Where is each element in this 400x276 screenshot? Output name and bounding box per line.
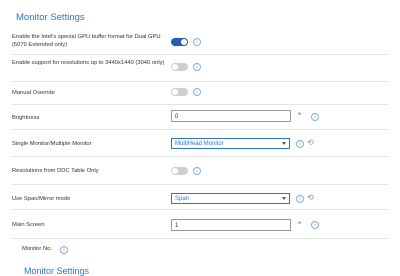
- manual-override-toggle[interactable]: [171, 88, 188, 96]
- info-icon[interactable]: i: [193, 63, 201, 71]
- section-title: Monitor Settings: [16, 12, 85, 23]
- row-span-mirror: Use Span/Mirror mode Span i ⟲: [12, 185, 388, 210]
- row-high-resolution: Enable support for resolutions up to 344…: [12, 55, 388, 82]
- row-single-multiple-monitor: Single Monitor/Multiple Monitor MultiHea…: [12, 130, 388, 157]
- reset-icon[interactable]: ⟲: [307, 194, 314, 202]
- main-screen-label: Main Screen: [12, 222, 45, 228]
- info-icon[interactable]: i: [193, 38, 201, 46]
- row-intel-gpu-buffer: Enable the Intel's special GPU buffer fo…: [12, 32, 388, 55]
- toggle-knob: [172, 64, 178, 70]
- span-mirror-select[interactable]: Span: [171, 193, 290, 204]
- info-icon[interactable]: i: [193, 167, 201, 175]
- chevron-down-icon: [282, 197, 286, 200]
- row-manual-override: Manual Override i: [12, 82, 388, 105]
- single-multiple-monitor-label: Single Monitor/Multiple Monitor: [12, 141, 92, 147]
- row-ddc-table: Resolutions from DDC Table Only i: [12, 157, 388, 185]
- info-icon[interactable]: i: [296, 140, 304, 148]
- brightness-input[interactable]: 0: [171, 110, 291, 122]
- high-resolution-label: Enable support for resolutions up to 344…: [12, 60, 165, 66]
- manual-override-label: Manual Override: [12, 90, 55, 96]
- reset-icon[interactable]: ⟲: [307, 139, 314, 147]
- required-icon: *: [298, 111, 302, 120]
- span-mirror-label: Use Span/Mirror mode: [12, 196, 71, 202]
- toggle-knob: [181, 39, 187, 45]
- info-icon[interactable]: i: [193, 88, 201, 96]
- monitor-mode-select[interactable]: MultiHead Monitor: [171, 138, 290, 149]
- info-icon[interactable]: i: [311, 113, 319, 121]
- info-icon[interactable]: i: [296, 195, 304, 203]
- main-screen-input[interactable]: 1: [171, 219, 291, 231]
- required-icon: *: [298, 220, 302, 229]
- high-resolution-toggle[interactable]: [171, 63, 188, 71]
- ddc-table-label: Resolutions from DDC Table Only: [12, 168, 99, 174]
- intel-gpu-buffer-label: Enable the Intel's special GPU buffer fo…: [12, 34, 161, 48]
- intel-gpu-buffer-toggle[interactable]: [171, 38, 188, 46]
- monitor-no-label: Monitor No.: [22, 246, 52, 252]
- ddc-table-toggle[interactable]: [171, 167, 188, 175]
- info-icon[interactable]: i: [311, 221, 319, 229]
- info-icon[interactable]: i: [60, 246, 68, 254]
- toggle-knob: [172, 168, 178, 174]
- row-brightness: Brightness 0 * i: [12, 105, 388, 130]
- next-section-title: Monitor Settings: [24, 266, 90, 276]
- row-main-screen: Main Screen 1 * i: [12, 210, 388, 239]
- toggle-knob: [172, 89, 178, 95]
- monitor-mode-value: MultiHead Monitor: [175, 141, 224, 147]
- span-mirror-value: Span: [175, 196, 190, 202]
- chevron-down-icon: [282, 142, 286, 145]
- brightness-label: Brightness: [12, 115, 40, 121]
